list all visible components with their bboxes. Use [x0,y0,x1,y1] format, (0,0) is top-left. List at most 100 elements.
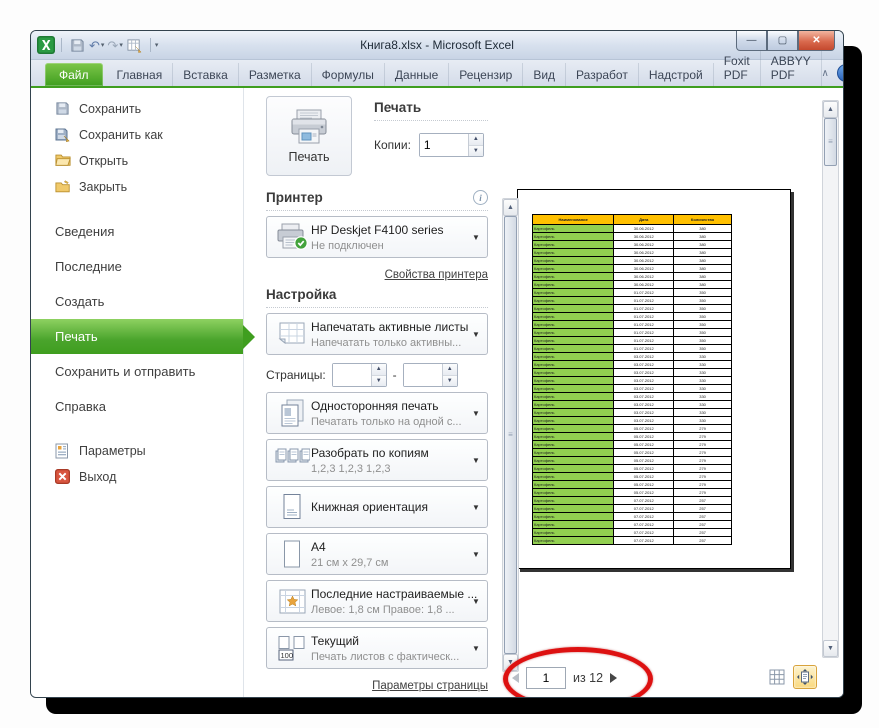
date-cell: 30.06.2012 [613,232,675,241]
combo-slot-top: Напечатать активные листы Напечатать толь… [266,313,488,355]
tab-данные[interactable]: Данные [385,63,450,86]
sidebar-item-закрыть[interactable]: Закрыть [31,174,243,200]
table-row: Картофель 05.07.2012 279 [531,432,732,441]
qty-cell: 257 [673,536,732,545]
preview-scrollbar[interactable]: ▲ ▼ [822,100,839,658]
scroll-up-icon[interactable]: ▲ [503,199,518,216]
tab-вид[interactable]: Вид [523,63,567,86]
copies-input[interactable] [419,134,468,156]
table-row: Картофель 01.07.2012 350 [531,328,732,337]
sidebar-item-печать[interactable]: Печать [31,319,255,354]
sidebar-item-сохранить[interactable]: Сохранить [31,96,243,122]
date-cell: 07.07.2012 [613,496,675,505]
pages-from-up-icon[interactable]: ▲ [371,364,386,376]
pages-to-stepper: ▲ ▼ [402,363,458,387]
sidebar-item-сохранить-как[interactable]: Сохранить как [31,122,243,148]
name-cell: Картофель [531,320,615,329]
qty-cell: 279 [673,424,732,433]
setting-dropdown-5[interactable]: Последние настраиваемые ... Левое: 1,8 см… [266,580,488,622]
print-button[interactable]: Печать [266,96,352,176]
qat-customize-icon[interactable]: ▾ [155,41,159,49]
pages-from-input[interactable] [332,364,371,386]
minimize-ribbon-icon[interactable]: ∧ [822,68,829,79]
active-sheets-icon [273,321,311,347]
qty-cell: 380 [673,240,732,249]
current-page-input[interactable] [526,667,566,689]
date-cell: 05.07.2012 [613,480,675,489]
redo-dropdown-icon[interactable]: ▾ [119,41,123,49]
scroll-up-icon[interactable]: ▲ [823,101,838,118]
printer-properties-link[interactable]: Свойства принтера [385,269,488,281]
maximize-button[interactable]: ▢ [767,31,798,51]
preview-scrollbar-thumb[interactable] [824,118,837,166]
sidebar-item-сохранить-и-отправить[interactable]: Сохранить и отправить [31,354,243,389]
tab-главная[interactable]: Главная [107,63,174,86]
settings-scrollbar-thumb[interactable] [504,216,517,654]
copies-up-icon[interactable]: ▲ [468,134,483,146]
show-margins-button[interactable] [765,665,789,689]
scroll-track[interactable] [823,166,838,640]
setting-dropdown-4[interactable]: А4 21 см x 29,7 см ▼ [266,533,488,575]
tab-рецензир[interactable]: Рецензир [449,63,524,86]
copies-down-icon[interactable]: ▼ [468,145,483,156]
tab-разработ[interactable]: Разработ [566,63,639,86]
pages-to-down-icon[interactable]: ▼ [442,375,457,386]
pages-row: Страницы: ▲ ▼ - ▲ ▼ [266,363,488,387]
chevron-down-icon: ▼ [472,329,480,339]
help-icon[interactable]: ? [836,64,843,82]
settings-scrollbar[interactable]: ▲ ▼ [502,198,519,672]
sidebar-item-сведения[interactable]: Сведения [31,214,243,249]
pages-from-down-icon[interactable]: ▼ [371,375,386,386]
qty-cell: 350 [673,312,732,321]
table-row: Картофель 05.07.2012 279 [531,488,732,497]
date-cell: 03.07.2012 [613,408,675,417]
tab-foxit-pdf[interactable]: Foxit PDF [714,49,761,86]
sidebar-item-параметры[interactable]: Параметры [31,438,243,464]
sidebar-item-label: Сохранить как [79,128,163,142]
qty-cell: 330 [673,408,732,417]
info-icon[interactable]: i [473,190,488,205]
exit-icon [55,469,71,485]
printer-select[interactable]: HP Deskjet F4100 series Не подключен ▼ [266,216,488,258]
setting-dropdown-2[interactable]: Разобрать по копиям 1,2,3 1,2,3 1,2,3 ▼ [266,439,488,481]
paper-size-icon [273,539,311,569]
previous-page-button[interactable] [512,673,519,683]
table-row: Картофель 30.06.2012 380 [531,256,732,265]
name-cell: Картофель [531,440,615,449]
setting-dropdown-1[interactable]: Односторонняя печать Печатать только на о… [266,392,488,434]
sidebar-item-последние[interactable]: Последние [31,249,243,284]
setting-dropdown-3[interactable]: Книжная ориентация ▼ [266,486,488,528]
qty-cell: 257 [673,512,732,521]
print-settings-panel: Печать Печать Копии: ▲▼ Принтер i [244,88,502,697]
table-header-cell: Дата [613,214,675,225]
sidebar-item-справка[interactable]: Справка [31,389,243,424]
date-cell: 01.07.2012 [613,304,675,313]
page-setup-link[interactable]: Параметры страницы [372,680,488,692]
tab-abbyy-pdf[interactable]: ABBYY PDF [761,49,822,86]
setting-dropdown-6[interactable]: 100 Текущий Печать листов с фактическ... ▼ [266,627,488,669]
sidebar-item-выход[interactable]: Выход [31,464,243,490]
zoom-to-page-button[interactable] [793,665,817,689]
sidebar-item-создать[interactable]: Создать [31,284,243,319]
setting-dropdown-0[interactable]: Напечатать активные листы Напечатать толь… [266,313,488,355]
tab-надстрой[interactable]: Надстрой [639,63,714,86]
name-cell: Картофель [531,528,615,537]
scroll-down-icon[interactable]: ▼ [503,654,518,671]
pages-to-input[interactable] [403,364,442,386]
undo-dropdown-icon[interactable]: ▾ [101,41,105,49]
dropdown-main-label: Напечатать активные листы [311,320,469,335]
tab-вставка[interactable]: Вставка [173,63,239,86]
tab-формулы[interactable]: Формулы [312,63,385,86]
minimize-button[interactable]: — [736,31,767,51]
qty-cell: 279 [673,472,732,481]
next-page-button[interactable] [610,673,618,683]
margins-grid-icon [769,669,785,685]
tab-разметка[interactable]: Разметка [239,63,312,86]
qty-cell: 380 [673,248,732,257]
sidebar-item-открыть[interactable]: Открыть [31,148,243,174]
close-button[interactable]: ✕ [798,31,835,51]
scroll-down-icon[interactable]: ▼ [823,640,838,657]
tab-file[interactable]: Файл [45,63,103,86]
table-row: Картофель 05.07.2012 279 [531,424,732,433]
pages-to-up-icon[interactable]: ▲ [442,364,457,376]
